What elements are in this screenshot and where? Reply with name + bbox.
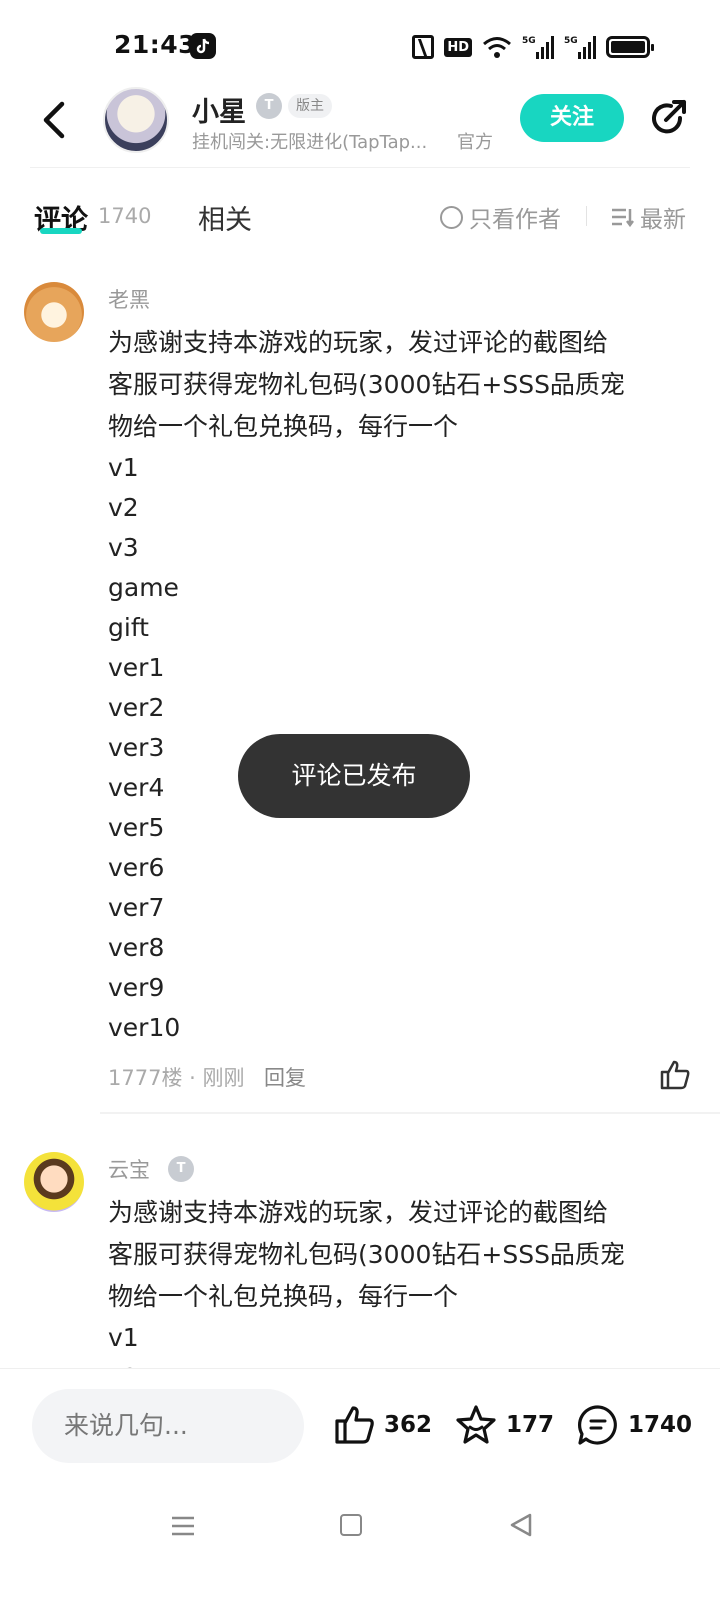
comment-text-line: 客服可获得宠物礼包码(3000钻石+SSS品质宠 — [108, 370, 625, 399]
comment-text-line: 物给一个礼包兑换码，每行一个 — [108, 1282, 459, 1311]
wifi-icon — [483, 37, 511, 58]
like-button[interactable]: 362 — [332, 1403, 432, 1447]
like-count: 362 — [384, 1412, 433, 1438]
code-line: v3 — [108, 533, 139, 562]
tab-related[interactable]: 相关 — [198, 198, 252, 237]
radio-circle-icon — [440, 205, 463, 229]
code-line: ver9 — [108, 973, 165, 1002]
back-triangle-icon[interactable] — [508, 1512, 534, 1538]
author-avatar[interactable] — [103, 87, 169, 153]
comment-text-line: 为感谢支持本游戏的玩家，发过评论的截图给 — [108, 1198, 609, 1227]
code-line: ver6 — [108, 853, 165, 882]
code-line: ver2 — [108, 693, 165, 722]
author-name[interactable]: 小星 — [192, 90, 246, 129]
star-icon — [456, 1405, 496, 1444]
reply-count: 1740 — [628, 1412, 693, 1438]
verified-badge-icon: T — [168, 1156, 194, 1182]
commenter-name[interactable]: 云宝 — [108, 1154, 150, 1184]
game-source-link[interactable]: 挂机闯关:无限进化(TapTap... — [192, 128, 427, 154]
thumbs-up-icon[interactable] — [658, 1058, 692, 1092]
status-time: 21:43 — [114, 30, 197, 59]
tab-separator — [586, 206, 587, 226]
author-only-label: 只看作者 — [469, 207, 561, 233]
official-tag: 官方 — [457, 132, 493, 153]
svg-text:5G: 5G — [564, 36, 578, 46]
recent-apps-icon[interactable] — [170, 1514, 196, 1538]
commenter-name[interactable]: 老黑 — [108, 284, 150, 314]
header-divider — [30, 167, 690, 168]
comment-text-line: 客服可获得宠物礼包码(3000钻石+SSS品质宠 — [108, 1240, 625, 1269]
favorite-count: 177 — [506, 1412, 555, 1438]
moderator-badge: 版主 — [288, 94, 332, 118]
battery-icon — [606, 36, 654, 58]
code-line: v1 — [108, 453, 139, 482]
comment-text-line: 为感谢支持本游戏的玩家，发过评论的截图给 — [108, 328, 609, 357]
comment-input[interactable]: 来说几句... — [32, 1389, 304, 1463]
code-line: game — [108, 573, 179, 602]
back-arrow-icon[interactable] — [36, 98, 76, 142]
comment-body: 为感谢支持本游戏的玩家，发过评论的截图给 客服可获得宠物礼包码(3000钻石+S… — [108, 322, 678, 1048]
favorite-button[interactable]: 177 — [454, 1403, 554, 1447]
code-line: ver1 — [108, 653, 165, 682]
follow-button[interactable]: 关注 — [520, 94, 624, 142]
code-line: v1 — [108, 1323, 139, 1352]
sort-toggle[interactable]: 最新 — [610, 200, 686, 234]
comments-count: 1740 — [98, 204, 152, 228]
toast-message: 评论已发布 — [238, 734, 470, 818]
code-line: v2 — [108, 493, 139, 522]
hd-icon: HD — [444, 37, 472, 57]
comment-tab-bar: 评论 1740 相关 只看作者 最新 — [0, 190, 720, 246]
reply-count-button[interactable]: 1740 — [576, 1403, 692, 1447]
comment-bubble-icon — [578, 1405, 617, 1445]
home-icon[interactable] — [340, 1514, 362, 1536]
code-line: ver7 — [108, 893, 165, 922]
code-line: ver10 — [108, 1013, 181, 1042]
comment-footer: 1777楼 · 刚刚 回复 — [108, 1060, 692, 1098]
sort-icon — [612, 208, 634, 228]
sort-label: 最新 — [640, 207, 686, 233]
comment-divider — [100, 1112, 720, 1114]
verified-badge-icon: T — [256, 93, 282, 119]
commenter-avatar[interactable] — [24, 282, 84, 342]
active-tab-indicator — [40, 228, 82, 234]
tiktok-notification-icon — [190, 33, 216, 59]
author-only-toggle[interactable]: 只看作者 — [440, 200, 561, 234]
share-icon[interactable] — [646, 96, 690, 140]
status-icons: HD 5G 5G — [412, 33, 654, 61]
status-bar: 21:43 HD 5G 5G — [0, 0, 720, 88]
code-line: ver8 — [108, 933, 165, 962]
commenter-avatar[interactable] — [24, 1152, 84, 1212]
thumbs-up-icon — [335, 1406, 374, 1444]
code-line: gift — [108, 613, 149, 642]
bottom-action-bar: 来说几句... 362 177 1740 — [0, 1368, 720, 1484]
signal-5g-icon: 5G — [522, 36, 554, 59]
post-header: 小星 T 版主 挂机闯关:无限进化(TapTap... 官方 关注 — [0, 80, 720, 168]
svg-text:5G: 5G — [522, 36, 536, 46]
reply-button[interactable]: 回复 — [264, 1062, 306, 1092]
signal-5g-icon-2: 5G — [564, 36, 596, 59]
system-nav-bar — [0, 1484, 720, 1600]
floor-and-time: 1777楼 · 刚刚 — [108, 1066, 245, 1090]
nfc-icon — [412, 35, 435, 59]
comment-text-line: 物给一个礼包兑换码，每行一个 — [108, 412, 459, 441]
